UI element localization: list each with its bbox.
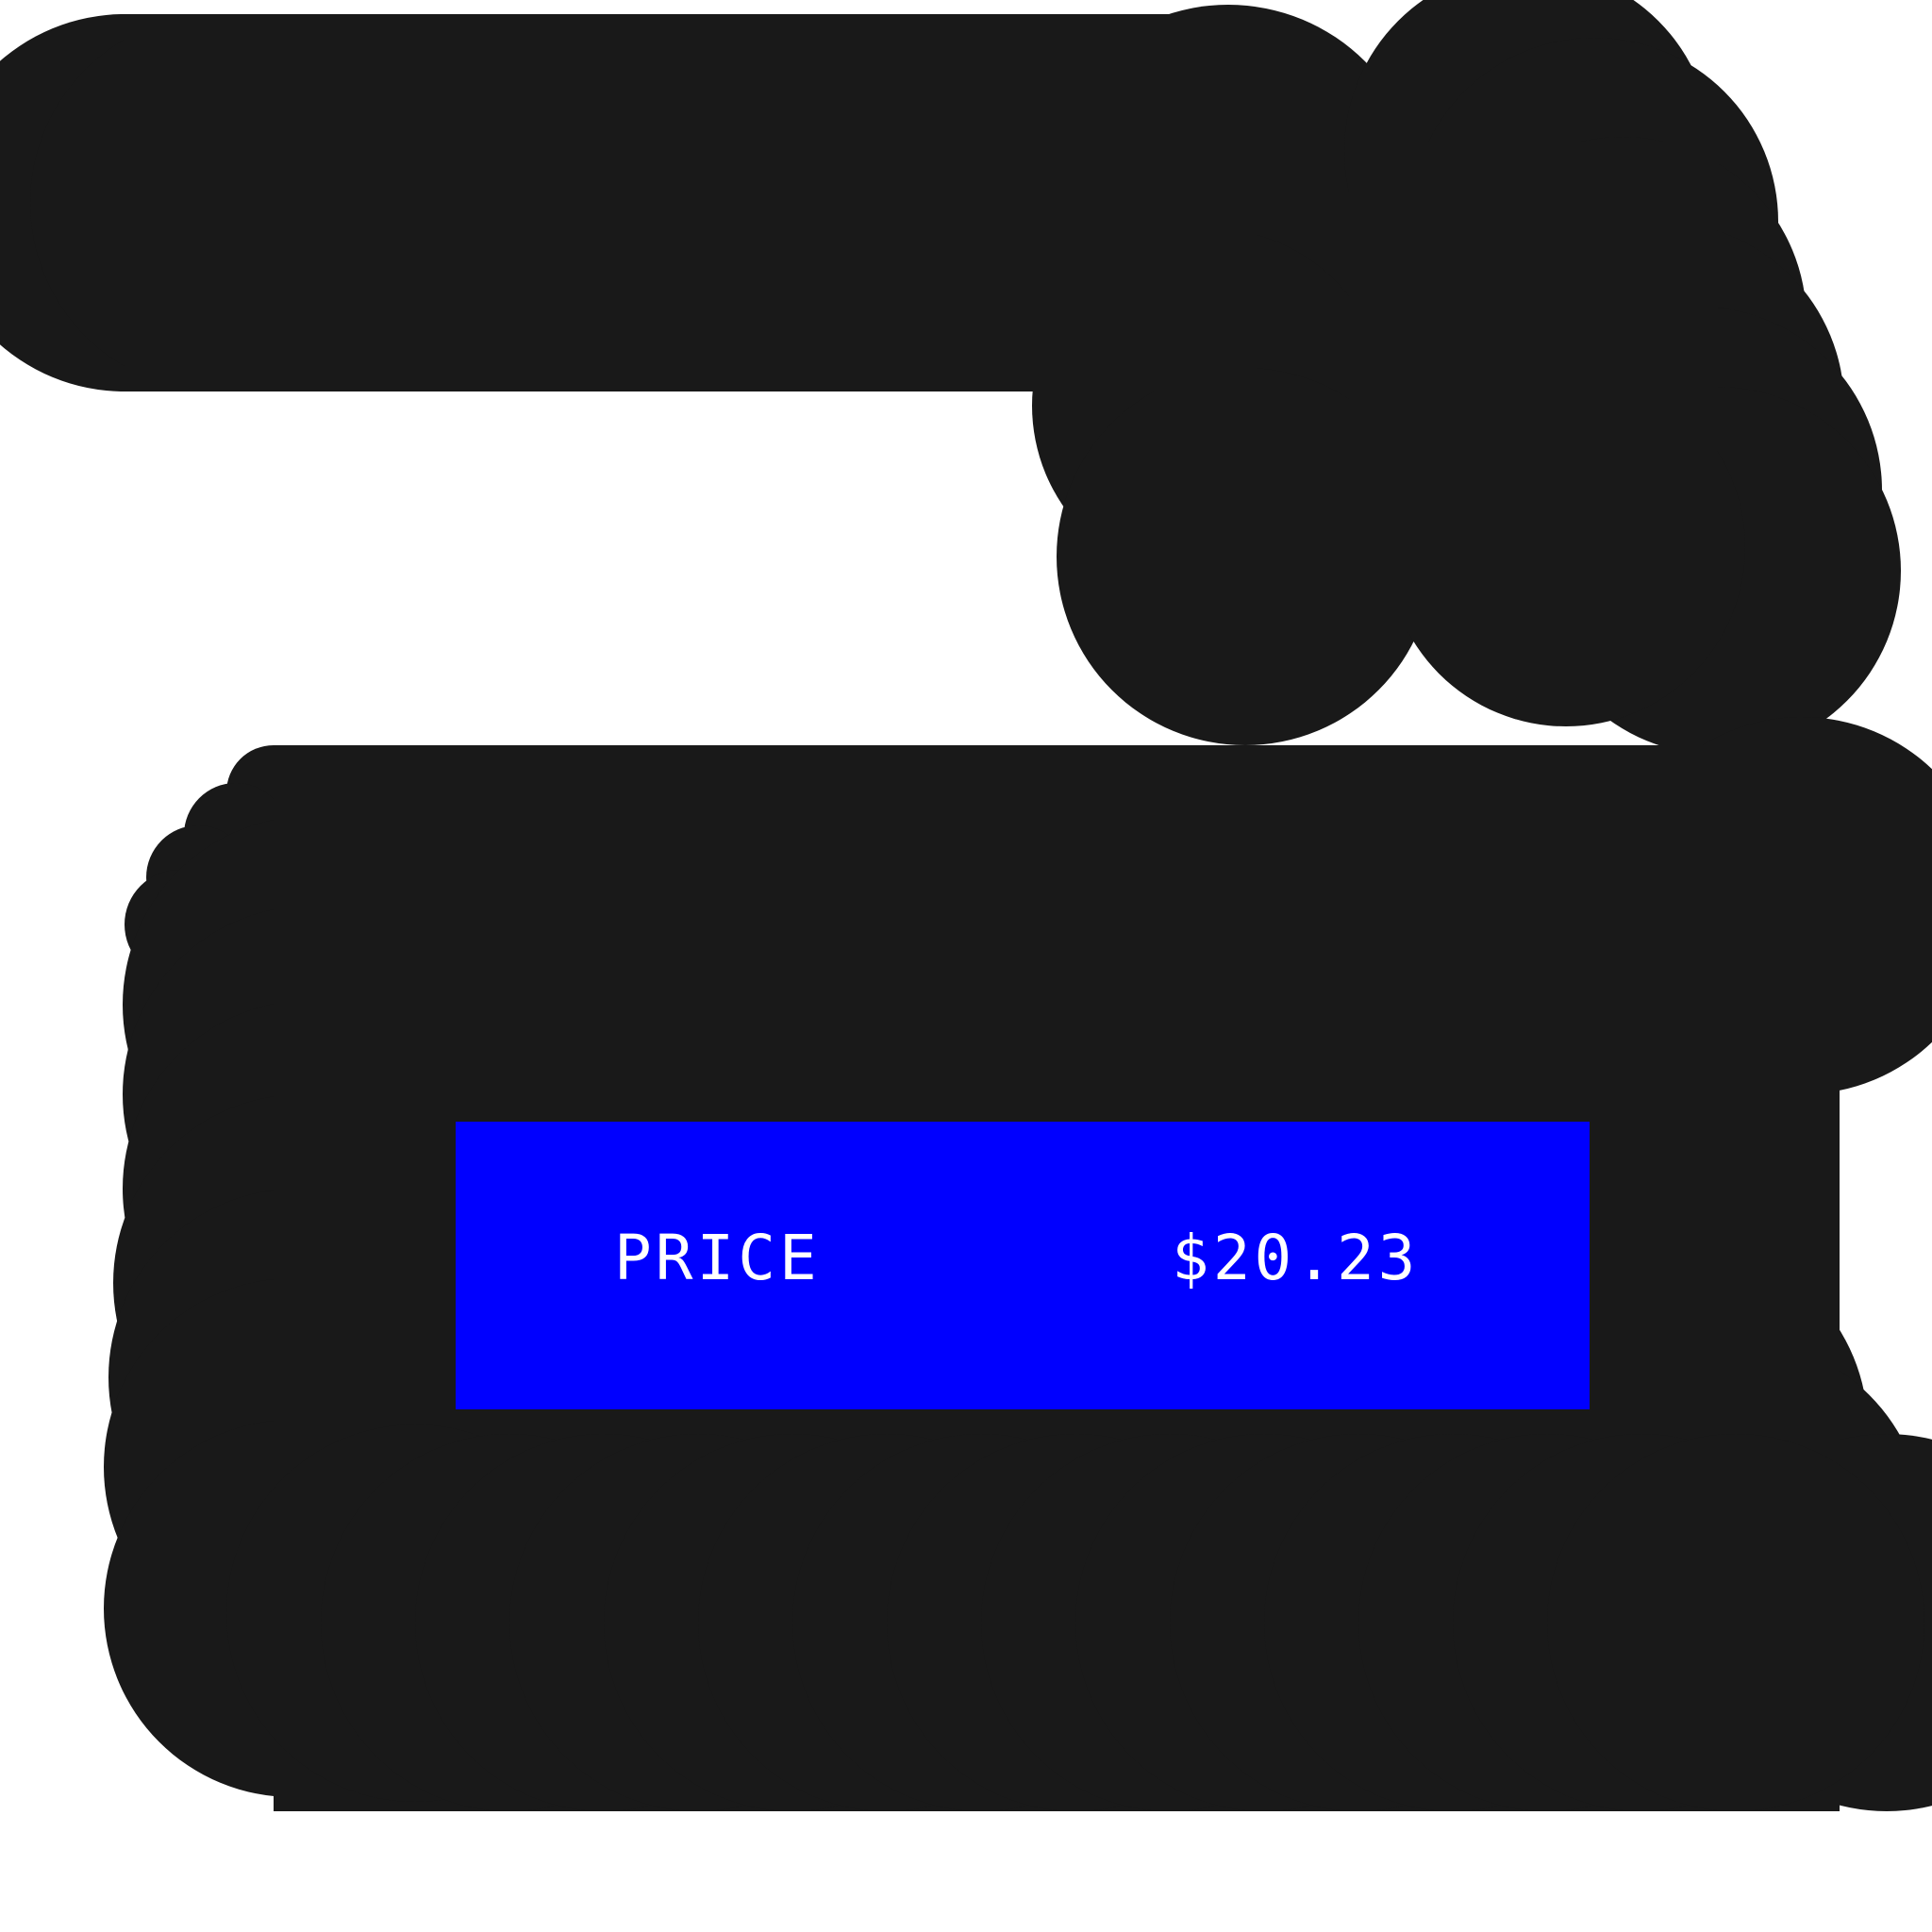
price-panel: PRICE $20.23 (456, 1122, 1590, 1409)
price-value: $20.23 (1172, 1222, 1420, 1294)
canvas: PRICE $20.23 (0, 0, 1932, 1932)
price-label: PRICE (614, 1222, 821, 1294)
black-scribble-shape (0, 0, 1932, 1811)
top-scribble-band (0, 5, 1434, 745)
